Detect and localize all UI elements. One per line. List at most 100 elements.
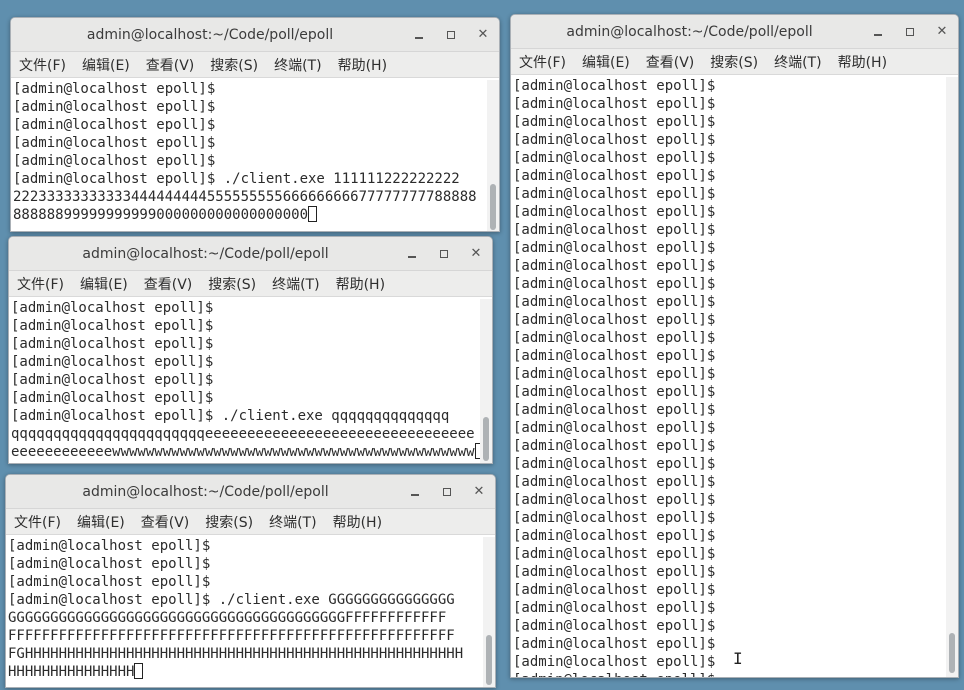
terminal-line-text: [admin@localhost epoll]$ [513, 546, 716, 562]
terminal-line: [admin@localhost epoll]$ [513, 347, 946, 365]
terminal-line-text: [admin@localhost epoll]$ [513, 600, 716, 616]
title-bar[interactable]: admin@localhost:~/Code/poll/epoll ✕ [6, 475, 495, 509]
terminal-output[interactable]: [admin@localhost epoll]$ [admin@localhost… [9, 299, 480, 463]
terminal-window-4[interactable]: admin@localhost:~/Code/poll/epoll ✕ 文件(F… [510, 14, 959, 678]
terminal-line: [admin@localhost epoll]$ [11, 389, 480, 407]
terminal-line-text: [admin@localhost epoll]$ [513, 474, 716, 490]
scrollbar[interactable] [946, 77, 958, 677]
scrollbar-thumb[interactable] [486, 635, 492, 685]
terminal-line: [admin@localhost epoll]$ [11, 371, 480, 389]
menu-search[interactable]: 搜索(S) [210, 55, 268, 75]
menu-edit[interactable]: 编辑(E) [582, 52, 640, 72]
title-bar[interactable]: admin@localhost:~/Code/poll/epoll ✕ [9, 237, 492, 271]
terminal-line: FFFFFFFFFFFFFFFFFFFFFFFFFFFFFFFFFFFFFFFF… [8, 627, 483, 645]
menu-view[interactable]: 查看(V) [646, 52, 705, 72]
terminal-line: 2223333333333344444444455555555566666666… [13, 188, 487, 206]
scrollbar[interactable] [487, 80, 499, 231]
terminal-line: [admin@localhost epoll]$ [513, 419, 946, 437]
maximize-icon[interactable] [445, 29, 457, 41]
scrollbar[interactable] [480, 299, 492, 463]
terminal-line-text: [admin@localhost epoll]$ [513, 222, 716, 238]
terminal-line: [admin@localhost epoll]$ [513, 617, 946, 635]
close-icon[interactable]: ✕ [477, 28, 489, 41]
minimize-icon[interactable] [409, 486, 421, 498]
menu-search[interactable]: 搜索(S) [710, 52, 768, 72]
menu-view[interactable]: 查看(V) [144, 274, 203, 294]
text-cursor-icon: I [733, 649, 743, 668]
terminal-line: [admin@localhost epoll]$ [8, 573, 483, 591]
scrollbar-thumb[interactable] [949, 633, 955, 673]
terminal-output[interactable]: [admin@localhost epoll]$ [admin@localhost… [6, 537, 483, 687]
close-icon[interactable]: ✕ [473, 485, 485, 498]
menu-file[interactable]: 文件(F) [17, 274, 74, 294]
menu-file[interactable]: 文件(F) [14, 512, 71, 532]
terminal-line-text: [admin@localhost epoll]$ [513, 312, 716, 328]
menu-edit[interactable]: 编辑(E) [82, 55, 140, 75]
close-icon[interactable]: ✕ [470, 247, 482, 260]
terminal-line-text: [admin@localhost epoll]$ [513, 492, 716, 508]
menu-help[interactable]: 帮助(H) [333, 512, 392, 532]
terminal-line: [admin@localhost epoll]$ [11, 317, 480, 335]
menu-edit[interactable]: 编辑(E) [77, 512, 135, 532]
terminal-line-text: [admin@localhost epoll]$ [11, 300, 214, 316]
terminal-line-text: [admin@localhost epoll]$ [11, 354, 214, 370]
menu-file[interactable]: 文件(F) [19, 55, 76, 75]
maximize-icon[interactable] [904, 26, 916, 38]
minimize-icon[interactable] [413, 29, 425, 41]
scrollbar[interactable] [483, 537, 495, 687]
terminal-line-text: 88888899999999999000000000000000000 [13, 207, 309, 223]
title-bar[interactable]: admin@localhost:~/Code/poll/epoll ✕ [11, 18, 499, 52]
scrollbar-thumb[interactable] [483, 417, 489, 461]
minimize-icon[interactable] [872, 26, 884, 38]
terminal-line: [admin@localhost epoll]$ [513, 203, 946, 221]
block-cursor [308, 206, 318, 222]
terminal-line-text: [admin@localhost epoll]$ [11, 318, 214, 334]
terminal-line: [admin@localhost epoll]$ [513, 509, 946, 527]
menu-search[interactable]: 搜索(S) [205, 512, 263, 532]
terminal-line-text: GGGGGGGGGGGGGGGGGGGGGGGGGGGGGGGGGGGGGGGG… [8, 610, 447, 626]
terminal-line-text: [admin@localhost epoll]$ [8, 574, 211, 590]
close-icon[interactable]: ✕ [936, 25, 948, 38]
menu-help[interactable]: 帮助(H) [838, 52, 897, 72]
terminal-line: 88888899999999999000000000000000000 [13, 206, 487, 224]
terminal-line-text: [admin@localhost epoll]$ [513, 168, 716, 184]
terminal-line: [admin@localhost epoll]$ [513, 113, 946, 131]
menu-terminal[interactable]: 终端(T) [269, 512, 326, 532]
terminal-line-text: [admin@localhost epoll]$ [513, 114, 716, 130]
terminal-output[interactable]: [admin@localhost epoll]$ [admin@localhost… [11, 80, 487, 231]
scrollbar-thumb[interactable] [490, 184, 496, 230]
terminal-line: [admin@localhost epoll]$ [513, 167, 946, 185]
menu-help[interactable]: 帮助(H) [338, 55, 397, 75]
menu-terminal[interactable]: 终端(T) [272, 274, 329, 294]
terminal-line: [admin@localhost epoll]$ [8, 537, 483, 555]
window-title: admin@localhost:~/Code/poll/epoll [82, 484, 329, 500]
menu-search[interactable]: 搜索(S) [208, 274, 266, 294]
menu-terminal[interactable]: 终端(T) [274, 55, 331, 75]
terminal-window-2[interactable]: admin@localhost:~/Code/poll/epoll ✕ 文件(F… [8, 236, 493, 464]
menu-terminal[interactable]: 终端(T) [774, 52, 831, 72]
terminal-window-1[interactable]: admin@localhost:~/Code/poll/epoll ✕ 文件(F… [10, 17, 500, 232]
terminal-line-text: [admin@localhost epoll]$ [513, 618, 716, 634]
terminal-line: [admin@localhost epoll]$ [513, 491, 946, 509]
terminal-window-3[interactable]: admin@localhost:~/Code/poll/epoll ✕ 文件(F… [5, 474, 496, 688]
terminal-line-text: 2223333333333344444444455555555566666666… [13, 189, 477, 205]
title-bar[interactable]: admin@localhost:~/Code/poll/epoll ✕ [511, 15, 958, 49]
minimize-icon[interactable] [406, 248, 418, 260]
terminal-line: [admin@localhost epoll]$ [513, 599, 946, 617]
terminal-line: GGGGGGGGGGGGGGGGGGGGGGGGGGGGGGGGGGGGGGGG… [8, 609, 483, 627]
terminal-output[interactable]: [admin@localhost epoll]$ [admin@localhost… [511, 77, 946, 677]
menu-view[interactable]: 查看(V) [141, 512, 200, 532]
maximize-icon[interactable] [438, 248, 450, 260]
terminal-line-text: [admin@localhost epoll]$ [513, 366, 716, 382]
terminal-line-text: [admin@localhost epoll]$ [8, 538, 211, 554]
menu-view[interactable]: 查看(V) [146, 55, 205, 75]
terminal-line: [admin@localhost epoll]$ [13, 80, 487, 98]
terminal-line-text: qqqqqqqqqqqqqqqqqqqqqqqeeeeeeeeeeeeeeeee… [11, 426, 475, 442]
terminal-line-text: FGHHHHHHHHHHHHHHHHHHHHHHHHHHHHHHHHHHHHHH… [8, 646, 464, 662]
maximize-icon[interactable] [441, 486, 453, 498]
menu-edit[interactable]: 编辑(E) [80, 274, 138, 294]
menu-help[interactable]: 帮助(H) [336, 274, 395, 294]
menu-file[interactable]: 文件(F) [519, 52, 576, 72]
terminal-line: [admin@localhost epoll]$ [513, 365, 946, 383]
terminal-line: [admin@localhost epoll]$ [513, 77, 946, 95]
